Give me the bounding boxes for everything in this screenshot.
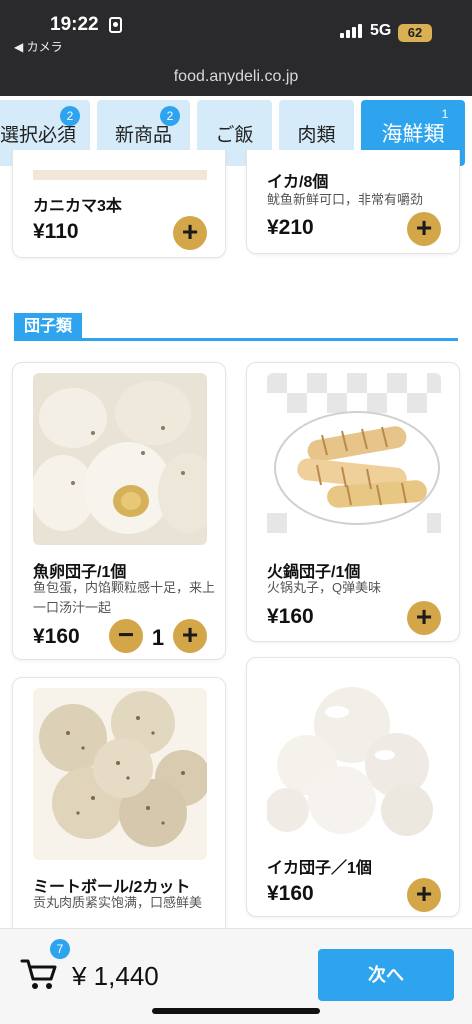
product-image-meatball [33, 688, 207, 860]
product-card-crab-stick[interactable]: カニカマ3本 ¥110 + [12, 150, 226, 258]
product-price: ¥160 [33, 625, 80, 648]
cart-total: ¥ 1,440 [72, 961, 159, 991]
product-price: ¥210 [267, 216, 314, 239]
tab-badge: 2 [160, 106, 180, 126]
section-divider [14, 338, 458, 341]
network-type: 5G [370, 22, 392, 39]
signal-icon [340, 22, 362, 38]
next-button[interactable]: 次へ [318, 949, 454, 1001]
product-description: 鱿鱼新鲜可口，非常有嚼劲 [267, 192, 424, 207]
add-to-cart-button[interactable]: + [407, 212, 441, 246]
shopping-cart-icon[interactable] [20, 957, 58, 991]
product-image-crab-stick [33, 170, 207, 180]
product-price: ¥160 [267, 605, 314, 628]
cart-count-badge: 7 [50, 939, 70, 959]
address-bar[interactable]: food.anydeli.co.jp [0, 68, 472, 86]
increase-quantity-button[interactable]: + [173, 619, 207, 653]
tab-label: 肉類 [297, 124, 336, 146]
product-price: ¥160 [267, 882, 314, 905]
product-card-hotpot-ball[interactable]: 火鍋団子/1個 火锅丸子，Q弹美味 ¥160 + [246, 362, 460, 642]
tab-badge: 2 [60, 106, 80, 126]
status-time: 19:22 [50, 14, 99, 35]
product-card-squid-ball[interactable]: イカ団子／1個 ¥160 + [246, 657, 460, 917]
quantity-value: 1 [151, 625, 165, 650]
back-to-app-link[interactable]: ◀ カメラ [14, 38, 63, 55]
home-indicator [152, 1008, 320, 1014]
product-card-meatball[interactable]: ミートボール/2カット 贡丸肉质紧实饱满，口感鲜美 [12, 677, 226, 937]
product-image-fish-roe-ball [33, 373, 207, 545]
battery-indicator: 62 [398, 24, 432, 42]
add-to-cart-button[interactable]: + [173, 216, 207, 250]
product-name: カニカマ3本 [33, 198, 122, 215]
product-description: 鱼包蛋，内馅颗粒感十足，来上一口汤汁一起 [33, 580, 216, 615]
section-title: 団子類 [14, 313, 83, 340]
contact-card-icon [109, 17, 122, 33]
product-description: 贡丸肉质紧实饱满，口感鲜美 [33, 895, 203, 910]
product-card-fish-roe-ball[interactable]: 魚卵団子/1個 鱼包蛋，内馅颗粒感十足，来上一口汤汁一起 ¥160 − 1 + [12, 362, 226, 660]
add-to-cart-button[interactable]: + [407, 601, 441, 635]
product-image-squid-ball [267, 670, 441, 840]
product-description: 火锅丸子，Q弹美味 [267, 580, 382, 595]
product-card-squid[interactable]: イカ/8個 鱿鱼新鲜可口，非常有嚼劲 ¥210 + [246, 150, 460, 254]
product-name: イカ団子／1個 [267, 860, 372, 877]
tab-label: ご飯 [215, 124, 254, 146]
product-price: ¥110 [33, 220, 79, 243]
product-name: イカ/8個 [267, 174, 329, 191]
add-to-cart-button[interactable]: + [407, 878, 441, 912]
decrease-quantity-button[interactable]: − [109, 619, 143, 653]
product-image-hotpot-ball [267, 373, 441, 545]
tab-badge: 1 [441, 107, 449, 121]
tab-label: 海鮮類 [381, 123, 445, 146]
browser-top-bar: 19:22 ◀ カメラ 5G 62 food.anydeli.co.jp [0, 0, 472, 96]
